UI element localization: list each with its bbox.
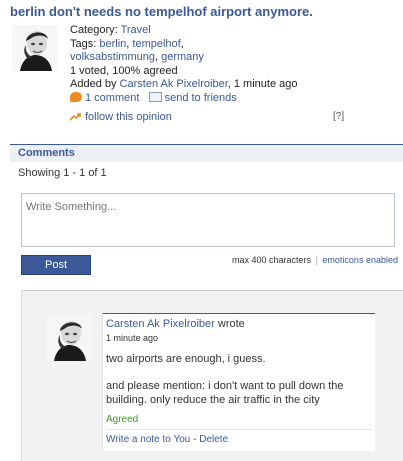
tag-link-germany[interactable]: germany: [161, 51, 204, 63]
comment-text-paragraph: and please mention: i don't want to pull…: [106, 380, 344, 406]
comment-status-badge: Agreed: [106, 414, 139, 425]
comment-actions-separator: -: [190, 434, 200, 445]
added-time: , 1 minute ago: [227, 78, 298, 91]
user-photo-icon: [12, 25, 58, 71]
tags-label: Tags:: [70, 37, 97, 50]
comment-text-line: two airports are enough, i guess.: [106, 353, 266, 365]
category-row: Category: Travel: [70, 24, 297, 38]
input-limits: max 400 characters | emoticons enabled: [232, 255, 398, 265]
author-avatar[interactable]: [12, 25, 58, 71]
send-icon: [148, 92, 162, 102]
tag-link-volksabstimmung[interactable]: volksabstimmung: [70, 51, 155, 63]
tag-separator: ,: [180, 37, 184, 50]
post-button[interactable]: Post: [21, 255, 91, 275]
tag-separator: ,: [154, 51, 159, 64]
added-by-label: Added by: [70, 78, 117, 91]
delete-comment-link[interactable]: Delete: [199, 434, 228, 445]
comment-author-row: Carsten Ak Pixelroiber wrote: [106, 318, 245, 330]
limits-separator: |: [315, 255, 318, 265]
comment-wrote: wrote: [214, 318, 245, 330]
opinion-actions: 1 comment send to friends: [70, 92, 237, 104]
opinion-title[interactable]: berlin don't needs no tempelhof airport …: [10, 4, 313, 19]
comments-count: Showing 1 - 1 of 1: [18, 167, 107, 179]
max-characters: max 400 characters: [232, 255, 312, 265]
comment-divider: [106, 429, 372, 430]
follow-icon: [70, 113, 81, 121]
send-to-friends-link[interactable]: send to friends: [165, 92, 237, 104]
follow-opinion-link[interactable]: follow this opinion: [85, 111, 172, 123]
tags-row-continued: volksabstimmung, germany: [70, 51, 297, 65]
category-link[interactable]: Travel: [121, 24, 151, 36]
added-by-user-link[interactable]: Carsten Ak Pixelroiber: [120, 78, 228, 90]
comment-author-link[interactable]: Carsten Ak Pixelroiber: [106, 318, 215, 330]
comment-count-link[interactable]: 1 comment: [85, 92, 139, 104]
tag-link-tempelhof[interactable]: tempelhof: [132, 38, 180, 50]
emoticons-enabled-link[interactable]: emoticons enabled: [322, 255, 398, 265]
category-label: Category:: [70, 24, 118, 36]
added-by-row: Added by Carsten Ak Pixelroiber, 1 minut…: [70, 78, 297, 92]
comment-input[interactable]: [21, 193, 395, 247]
comments-header-label: Comments: [18, 147, 75, 159]
comment-actions: Write a note to You - Delete: [106, 434, 228, 445]
comment-icon: [70, 92, 82, 102]
comments-section-header: Comments: [10, 144, 403, 162]
tags-row: Tags: berlin, tempelhof,: [70, 38, 297, 52]
tag-separator: ,: [126, 37, 130, 50]
help-link[interactable]: [?]: [333, 111, 344, 122]
tag-link-berlin[interactable]: berlin: [99, 38, 126, 50]
follow-row: follow this opinion: [70, 111, 172, 123]
votes-summary: 1 voted, 100% agreed: [70, 64, 178, 77]
comment-timestamp: 1 minute ago: [106, 333, 159, 343]
write-note-link[interactable]: Write a note to You: [106, 434, 190, 445]
commenter-avatar[interactable]: [46, 315, 92, 361]
user-photo-icon: [46, 315, 92, 361]
opinion-meta: Category: Travel Tags: berlin, tempelhof…: [70, 24, 297, 92]
